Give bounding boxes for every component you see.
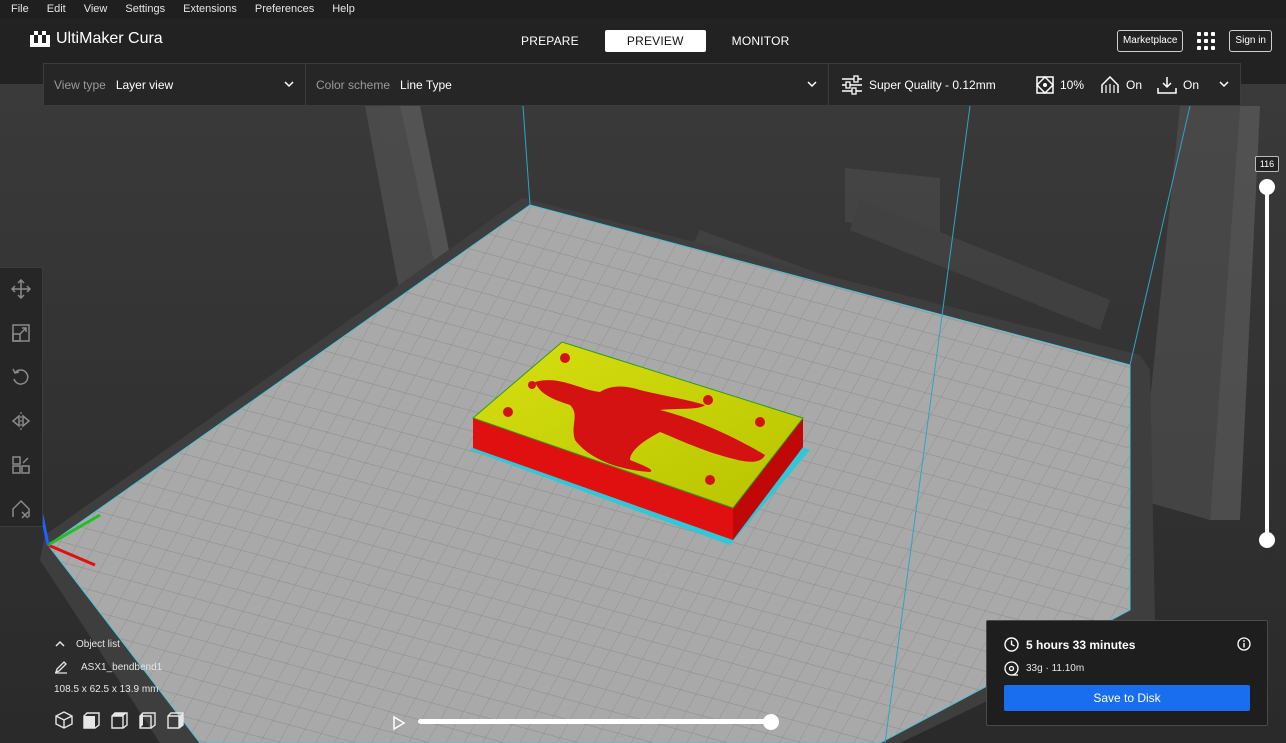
- current-layer-label[interactable]: 116: [1255, 156, 1279, 172]
- cura-window: File Edit View Settings Extensions Prefe…: [0, 0, 1286, 743]
- marketplace-button[interactable]: Marketplace: [1116, 30, 1184, 52]
- rotate-tool[interactable]: [10, 366, 32, 388]
- print-settings-dropdown[interactable]: Super Quality - 0.12mm 10% On On: [829, 64, 1240, 105]
- object-dimensions-row: 108.5 x 62.5 x 13.9 mm: [54, 684, 254, 695]
- per-model-settings-icon: [12, 456, 30, 474]
- object-list-header[interactable]: Object list: [54, 638, 254, 650]
- move-tool[interactable]: [10, 278, 32, 300]
- menu-file[interactable]: File: [2, 0, 38, 18]
- support-blocker-icon: [12, 499, 30, 519]
- infill-summary: 10%: [1036, 76, 1084, 94]
- infill-value: 10%: [1060, 78, 1085, 92]
- object-list-title: Object list: [76, 638, 120, 650]
- menu-extensions[interactable]: Extensions: [174, 0, 246, 18]
- path-slider-handle[interactable]: [763, 714, 779, 730]
- ultimaker-logo-icon: [30, 31, 50, 47]
- print-info-panel: 5 hours 33 minutes 33g · 11.10m Save to …: [986, 620, 1268, 726]
- layer-slider-track[interactable]: [1265, 186, 1269, 540]
- menu-settings[interactable]: Settings: [116, 0, 174, 18]
- adhesion-value: On: [1183, 78, 1200, 92]
- layer-slider-top-handle[interactable]: [1259, 179, 1275, 195]
- stage-tabs: PREPARE PREVIEW MONITOR: [505, 30, 805, 52]
- chevron-up-icon: [55, 640, 65, 647]
- apps-grid-icon[interactable]: [1197, 32, 1216, 50]
- infill-icon: [1036, 76, 1054, 94]
- view-settings-bar: View type Layer view Color scheme Line T…: [43, 63, 1241, 106]
- view-type-dropdown[interactable]: View type Layer view: [44, 64, 306, 105]
- menu-view[interactable]: View: [75, 0, 117, 18]
- view-right-icon[interactable]: [166, 710, 186, 730]
- adhesion-icon: [1157, 77, 1177, 94]
- menu-edit[interactable]: Edit: [38, 0, 75, 18]
- scale-tool[interactable]: [10, 322, 32, 344]
- app-title: UltiMaker Cura: [56, 30, 163, 47]
- app-logo: UltiMaker Cura: [30, 30, 163, 48]
- material-row: 33g · 11.10m: [1004, 661, 1084, 676]
- chevron-down-icon: [1219, 81, 1229, 88]
- path-slider-track[interactable]: [418, 719, 770, 724]
- pencil-icon: [54, 661, 67, 674]
- view-top-icon[interactable]: [110, 710, 130, 730]
- mirror-tool[interactable]: [10, 410, 32, 432]
- tab-monitor[interactable]: MONITOR: [716, 30, 806, 52]
- clock-icon: [1004, 637, 1019, 652]
- menu-bar: File Edit View Settings Extensions Prefe…: [0, 0, 1286, 18]
- layer-slider-bottom-handle[interactable]: [1259, 532, 1275, 548]
- menu-help[interactable]: Help: [323, 0, 364, 18]
- tool-panel: [0, 267, 43, 527]
- view-front-icon[interactable]: [82, 710, 102, 730]
- profile-summary: Super Quality - 0.12mm: [841, 75, 996, 95]
- spool-icon: [1004, 661, 1019, 676]
- support-value: On: [1126, 78, 1143, 92]
- tab-prepare[interactable]: PREPARE: [505, 30, 595, 52]
- print-time-row: 5 hours 33 minutes: [1004, 637, 1135, 652]
- mirror-icon: [11, 412, 31, 430]
- play-icon[interactable]: [392, 715, 406, 731]
- sign-in-button[interactable]: Sign in: [1229, 30, 1272, 52]
- per-model-settings-tool[interactable]: [10, 454, 32, 476]
- view-type-label: View type: [54, 77, 106, 92]
- color-scheme-value: Line Type: [400, 77, 452, 92]
- color-scheme-label: Color scheme: [316, 77, 391, 92]
- chevron-down-icon: [807, 81, 817, 88]
- menu-preferences[interactable]: Preferences: [246, 0, 323, 18]
- object-dimensions: 108.5 x 62.5 x 13.9 mm: [54, 684, 159, 695]
- support-icon: [1101, 76, 1119, 93]
- adhesion-summary: On: [1157, 76, 1199, 94]
- sliders-icon: [842, 75, 862, 95]
- tab-preview[interactable]: PREVIEW: [604, 30, 706, 52]
- object-list-panel: Object list ASX1_bendbend1 108.5 x 62.5 …: [54, 638, 254, 696]
- view-left-icon[interactable]: [138, 710, 158, 730]
- move-icon: [11, 279, 31, 299]
- save-to-disk-button[interactable]: Save to Disk: [1004, 685, 1250, 711]
- support-summary: On: [1100, 76, 1142, 94]
- chevron-down-icon: [284, 81, 294, 88]
- camera-views: [54, 710, 186, 730]
- object-name-row[interactable]: ASX1_bendbend1: [54, 660, 254, 674]
- header-actions: Marketplace Sign in: [1116, 30, 1272, 52]
- info-icon[interactable]: [1237, 637, 1251, 651]
- scale-icon: [12, 324, 30, 342]
- view-type-value: Layer view: [115, 77, 174, 92]
- profile-name: Super Quality - 0.12mm: [869, 78, 996, 92]
- view-3d-icon[interactable]: [54, 710, 74, 730]
- material-usage: 33g · 11.10m: [1026, 663, 1085, 674]
- print-time: 5 hours 33 minutes: [1026, 637, 1136, 652]
- object-name: ASX1_bendbend1: [81, 661, 163, 673]
- color-scheme-dropdown[interactable]: Color scheme Line Type: [306, 64, 829, 105]
- rotate-icon: [12, 368, 29, 385]
- support-blocker-tool[interactable]: [10, 498, 32, 520]
